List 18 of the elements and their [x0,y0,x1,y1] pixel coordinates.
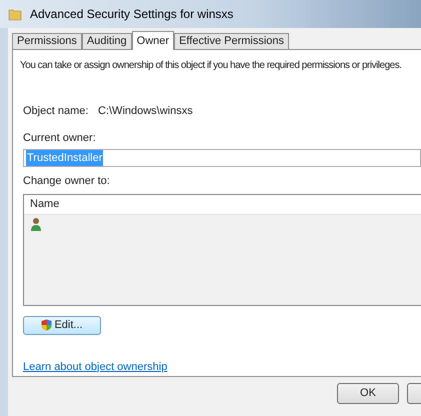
column-header[interactable]: Name [24,196,66,212]
tab[interactable]: Auditing [82,33,132,49]
edit-button[interactable]: Edit... [23,316,101,334]
cancel-button[interactable] [407,383,421,404]
current-owner-label: Current owner: [23,130,96,146]
object-name-value: C:\Windows\winsxs [98,104,193,119]
shield-icon [41,319,52,331]
user-icon [30,216,42,230]
intro-text: You can take or assign ownership of this object if you have the required permissions or privileges. [20,59,402,73]
tab[interactable]: Effective Permissions [174,33,290,49]
change-owner-label: Change owner to: [23,174,110,189]
object-name-label: Object name: [23,104,90,119]
window-title: Advanced Security Settings for winsxs [30,6,234,23]
folder-icon [8,7,22,21]
tab[interactable]: Permissions [12,33,82,49]
tab[interactable]: Owner [132,31,174,50]
learn-link[interactable]: Learn about object ownership [23,358,168,375]
ok-button[interactable]: OK [337,383,399,404]
